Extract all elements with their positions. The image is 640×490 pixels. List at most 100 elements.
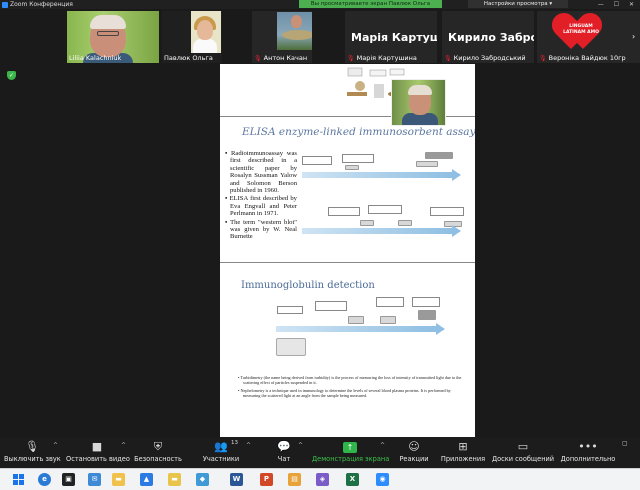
apps-grid-icon: ⊞	[458, 440, 468, 453]
timeline-box	[376, 297, 404, 307]
share-screen-button[interactable]: ↑ Демонстрация экрана	[312, 437, 389, 468]
mail-icon[interactable]: ✉	[88, 473, 101, 486]
meeting-toolbar: 🎙 Выключить звук ^ ■ Остановить видео ^ …	[0, 437, 640, 468]
participants-count: 13	[231, 440, 238, 446]
encryption-shield-icon[interactable]: ✓	[7, 71, 16, 80]
instrument-image	[416, 161, 438, 167]
more-dots-icon: •••	[578, 440, 598, 453]
participant-big-name: Кирило Забродь...	[448, 31, 534, 44]
bullet-item: • Nephelometry is a technique used in im…	[238, 388, 451, 398]
timeline-arrow	[302, 225, 461, 237]
instrument-image	[380, 316, 396, 324]
file-explorer-icon[interactable]: ▬	[112, 473, 125, 486]
chat-bubble-icon: 💬	[277, 440, 291, 453]
timeline-box	[302, 156, 332, 165]
chevron-up-icon[interactable]: ^	[380, 442, 385, 449]
participant-name: 🎙 Марія Картушина	[347, 54, 417, 62]
timeline-box	[368, 205, 402, 214]
chevron-up-icon[interactable]: ^	[53, 442, 58, 449]
edge-browser-icon[interactable]: e	[38, 473, 51, 486]
chat-button[interactable]: 💬 Чат	[272, 437, 296, 468]
slide-bullets: • Turbidimetry (the name being derived f…	[238, 375, 463, 401]
timeline-box	[315, 301, 347, 311]
share-screen-icon: ↑	[343, 442, 357, 453]
security-button[interactable]: ⛨ Безопасность	[132, 437, 184, 468]
end-meeting-cut-off[interactable]: ▢	[622, 440, 640, 468]
timeline-box	[430, 207, 464, 216]
instrument-image	[360, 220, 374, 226]
muted-mic-icon: 🎙	[347, 55, 355, 62]
participant-big-name: Марія Картушин...	[351, 31, 437, 44]
presenter-video-overlay[interactable]	[391, 79, 446, 126]
participant-face	[197, 20, 213, 40]
bullet-item: • Turbidimetry (the name being derived f…	[238, 375, 462, 385]
bullet-item: • Radioimmunoassay was first described i…	[225, 150, 297, 195]
participant-name: Liliia Kalachniuk	[69, 54, 122, 62]
participant-tile-pavliuk[interactable]: Павлюк Ольга	[162, 11, 222, 63]
notes-icon[interactable]: ▤	[288, 473, 301, 486]
timeline-box	[412, 297, 440, 307]
view-options-button[interactable]: Настройки просмотра ▾	[468, 0, 568, 8]
folder-icon[interactable]: ▬	[168, 473, 181, 486]
store-icon[interactable]: ▣	[62, 473, 75, 486]
participant-tile-maria[interactable]: Марія Картушин... 🎙Марія Картушина	[345, 11, 437, 63]
heart-logo-icon: LINGUAM LATINAM AMO	[546, 11, 608, 55]
more-button[interactable]: ••• Дополнительно	[560, 437, 616, 468]
participant-tile-anton[interactable]: 🎙 Антон Качан	[252, 11, 312, 63]
next-page-icon[interactable]: ›	[632, 32, 635, 41]
bullet-item: • The term "western blot" was given by W…	[225, 218, 297, 241]
participant-name: 🎙 Кирило Забродський	[444, 54, 526, 62]
instrument-image	[348, 316, 364, 324]
timeline-arrow	[276, 323, 445, 335]
screen-share-banner: Вы просматриваете экран Павлюк Ольга	[299, 0, 442, 8]
muted-mic-icon: 🎙	[444, 55, 452, 62]
video-camera-icon: ■	[91, 440, 103, 453]
apps-button[interactable]: ⊞ Приложения	[440, 437, 486, 468]
muted-mic-icon: 🎙	[254, 55, 262, 62]
instrument-image	[418, 310, 436, 320]
smiley-plus-icon: ☺	[408, 440, 420, 453]
participant-tile-lilia[interactable]: Liliia Kalachniuk	[67, 11, 159, 63]
participant-name: 🎙 Антон Качан	[254, 54, 308, 62]
mute-button[interactable]: 🎙 Выключить звук	[4, 437, 61, 468]
test-tubes-image	[276, 338, 306, 356]
photos-icon[interactable]: ▲	[140, 473, 153, 486]
windows-taskbar: e ▣ ✉ ▬ ▲ ▬ ◆ W P ▤ ◈ X ◉	[0, 468, 640, 490]
timeline-arrow	[302, 169, 461, 181]
participant-tile-veronika[interactable]: LINGUAM LATINAM AMO 🎙 Вероніка Вайдюк 10г…	[537, 11, 640, 63]
app-icon[interactable]: ◆	[196, 473, 209, 486]
shield-icon: ⛨	[153, 440, 163, 453]
word-icon[interactable]: W	[230, 473, 243, 486]
zoom-taskbar-icon[interactable]: ◉	[376, 473, 389, 486]
microphone-icon: 🎙	[25, 440, 39, 453]
slide-bullets: • Radioimmunoassay was first described i…	[225, 150, 297, 242]
participant-tile-kyrylo[interactable]: Кирило Забродь... 🎙Кирило Забродський	[442, 11, 534, 63]
instrument-image	[345, 165, 359, 170]
whiteboard-button[interactable]: ▭ Доски сообщений	[492, 437, 554, 468]
timeline-box	[342, 154, 374, 163]
windows-start-icon[interactable]	[13, 474, 24, 485]
participant-face	[291, 15, 302, 28]
chevron-up-icon[interactable]: ^	[121, 442, 126, 449]
instrument-image	[398, 220, 412, 226]
whiteboard-icon: ▭	[517, 440, 529, 453]
chevron-up-icon[interactable]: ^	[246, 442, 251, 449]
reactions-button[interactable]: ☺ Реакции	[398, 437, 430, 468]
app-icon[interactable]: ◈	[316, 473, 329, 486]
zoom-window: Zoom Конференция — ☐ ✕ Вы просматриваете…	[0, 0, 640, 490]
muted-mic-icon: 🎙	[539, 55, 547, 62]
bullet-item: • ELISA first described by Eva Engvall a…	[225, 195, 297, 218]
participant-name: Павлюк Ольга	[164, 54, 213, 62]
instrument-image	[425, 152, 453, 159]
stop-video-button[interactable]: ■ Остановить видео	[66, 437, 130, 468]
chevron-up-icon[interactable]: ^	[298, 442, 303, 449]
timeline-box	[277, 306, 303, 314]
zoom-logo-icon	[2, 1, 8, 8]
participant-name: 🎙 Вероніка Вайдюк 10гр	[539, 54, 626, 62]
powerpoint-icon[interactable]: P	[260, 473, 273, 486]
timeline-box	[328, 207, 360, 216]
window-title: Zoom Конференция	[10, 1, 73, 8]
excel-icon[interactable]: X	[346, 473, 359, 486]
window-controls[interactable]: — ☐ ✕	[598, 0, 638, 9]
slide-title: ELISA enzyme-linked immunosorbent assay	[242, 126, 475, 138]
